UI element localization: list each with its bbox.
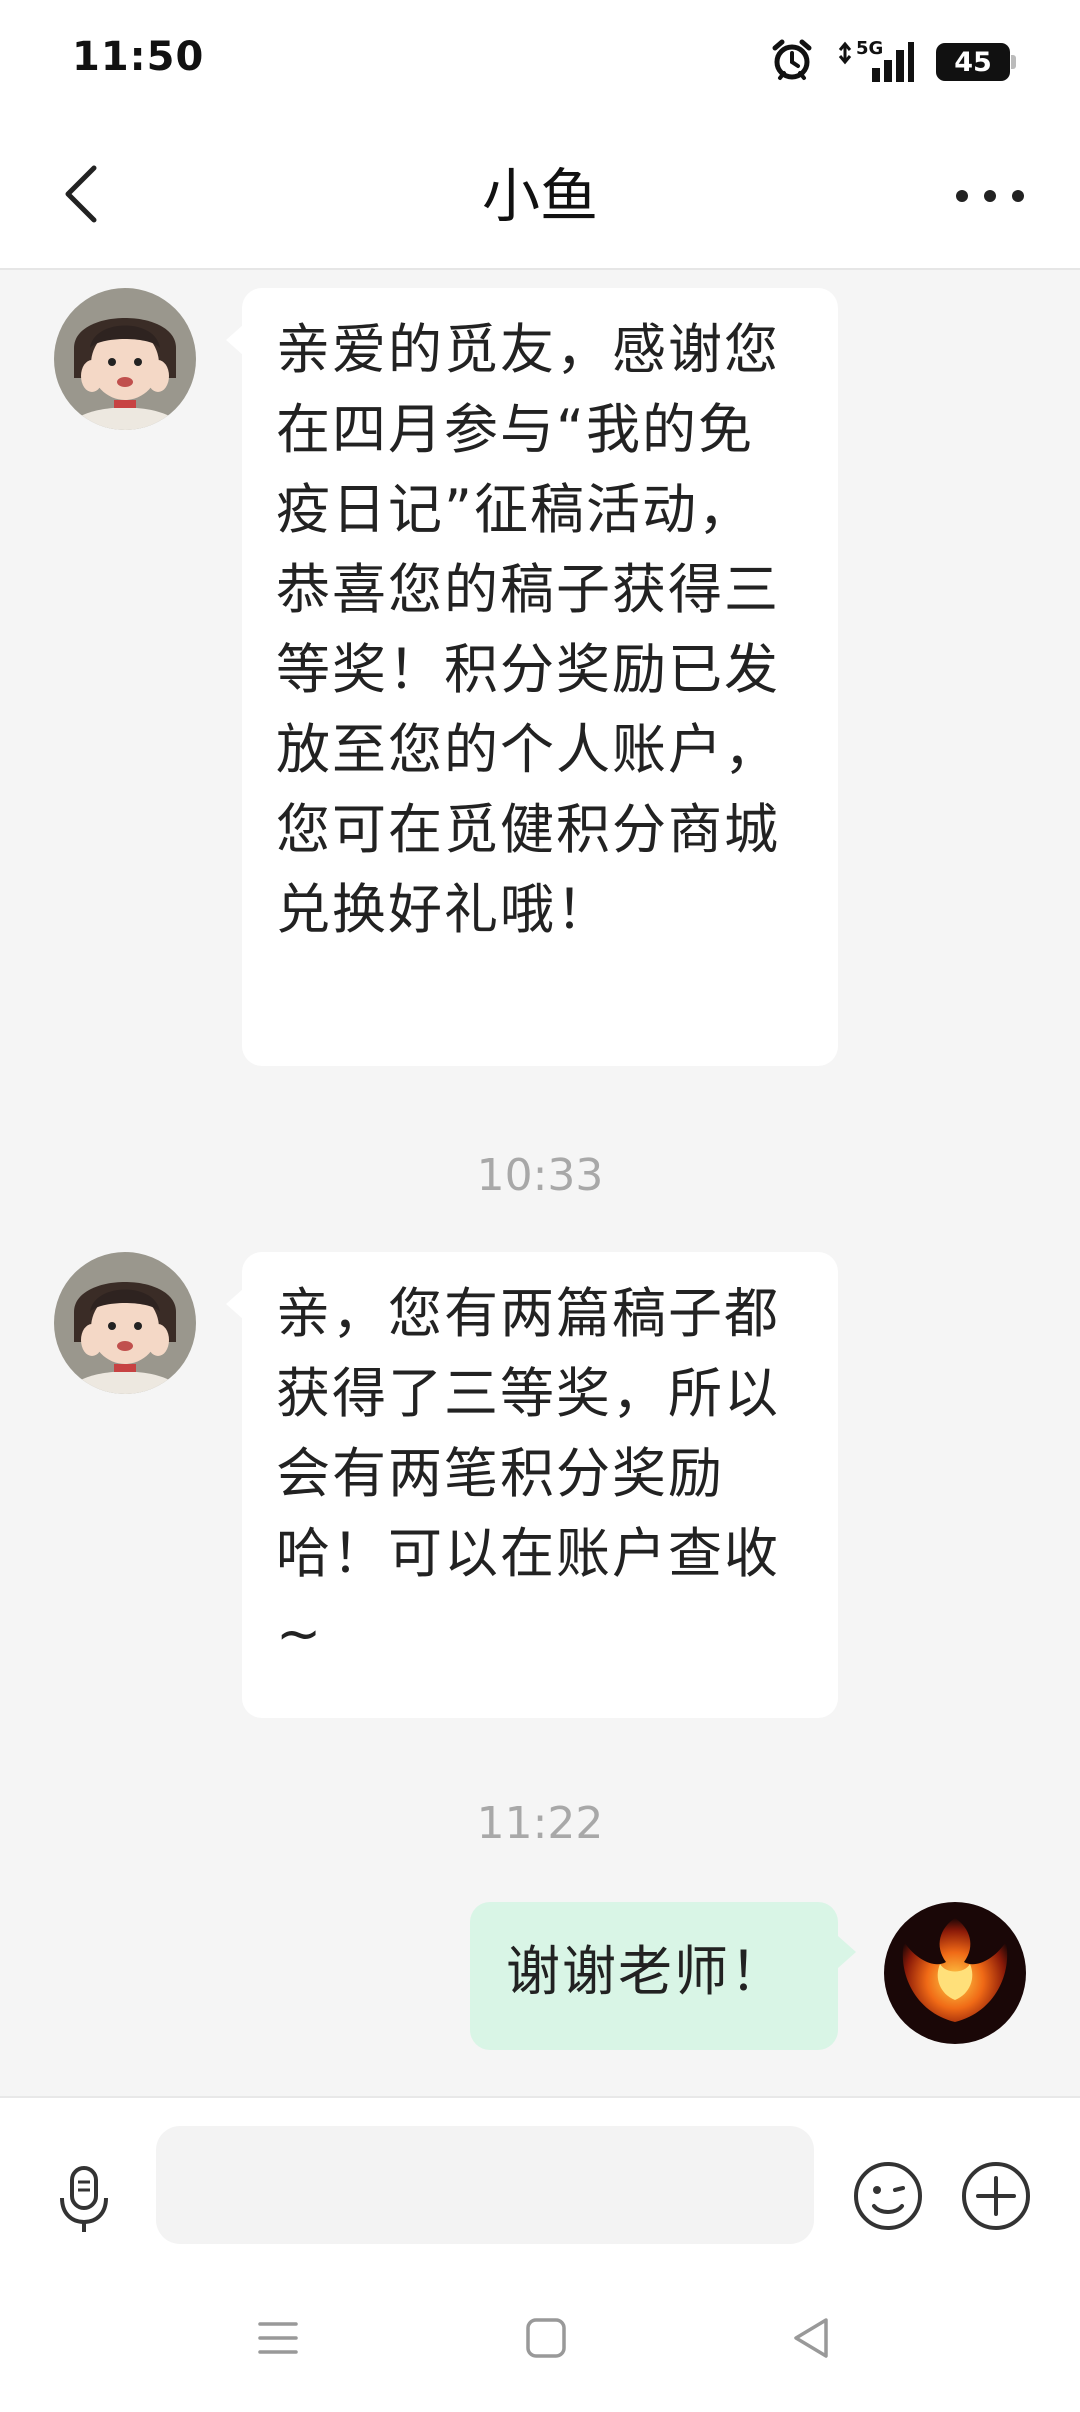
chat-messages: 亲爱的觅友，感谢您在四月参与“我的免疫日记”征稿活动，恭喜您的稿子获得三等奖！积…	[0, 270, 1080, 2096]
user-avatar[interactable]	[884, 1902, 1026, 2044]
message-input[interactable]	[156, 2126, 814, 2244]
alarm-clock-icon	[770, 38, 814, 86]
microphone-icon[interactable]	[44, 2160, 124, 2240]
outgoing-message[interactable]: 谢谢老师！	[470, 1902, 856, 2050]
contact-avatar[interactable]	[54, 288, 196, 430]
system-navigation-bar	[0, 2298, 1080, 2388]
status-time: 11:50	[72, 34, 205, 80]
incoming-message[interactable]: 亲爱的觅友，感谢您在四月参与“我的免疫日记”征稿活动，恭喜您的稿子获得三等奖！积…	[226, 288, 838, 1066]
menu-icon[interactable]	[248, 2308, 308, 2368]
incoming-message[interactable]: 亲，您有两篇稿子都获得了三等奖，所以会有两笔积分奖励哈！可以在账户查收~	[226, 1252, 838, 1718]
signal-5g-icon: 5G	[836, 38, 914, 84]
chat-header: 小鱼	[0, 126, 1080, 270]
status-bar: 11:50 5G 45	[0, 0, 1080, 126]
status-icons: 5G 45	[770, 38, 1016, 86]
input-bar	[0, 2096, 1080, 2412]
more-dots-icon[interactable]	[940, 156, 1040, 236]
message-timestamp: 11:22	[476, 1798, 604, 1849]
battery-level: 45	[954, 46, 992, 78]
back-triangle-icon[interactable]	[782, 2308, 842, 2368]
message-timestamp: 10:33	[476, 1150, 604, 1201]
home-square-icon[interactable]	[516, 2308, 576, 2368]
contact-avatar[interactable]	[54, 1252, 196, 1394]
battery-icon: 45	[936, 43, 1016, 81]
chat-title: 小鱼	[481, 162, 598, 230]
network-type-label: 5G	[856, 38, 884, 59]
emoji-icon[interactable]	[850, 2158, 926, 2234]
plus-icon[interactable]	[958, 2158, 1034, 2234]
